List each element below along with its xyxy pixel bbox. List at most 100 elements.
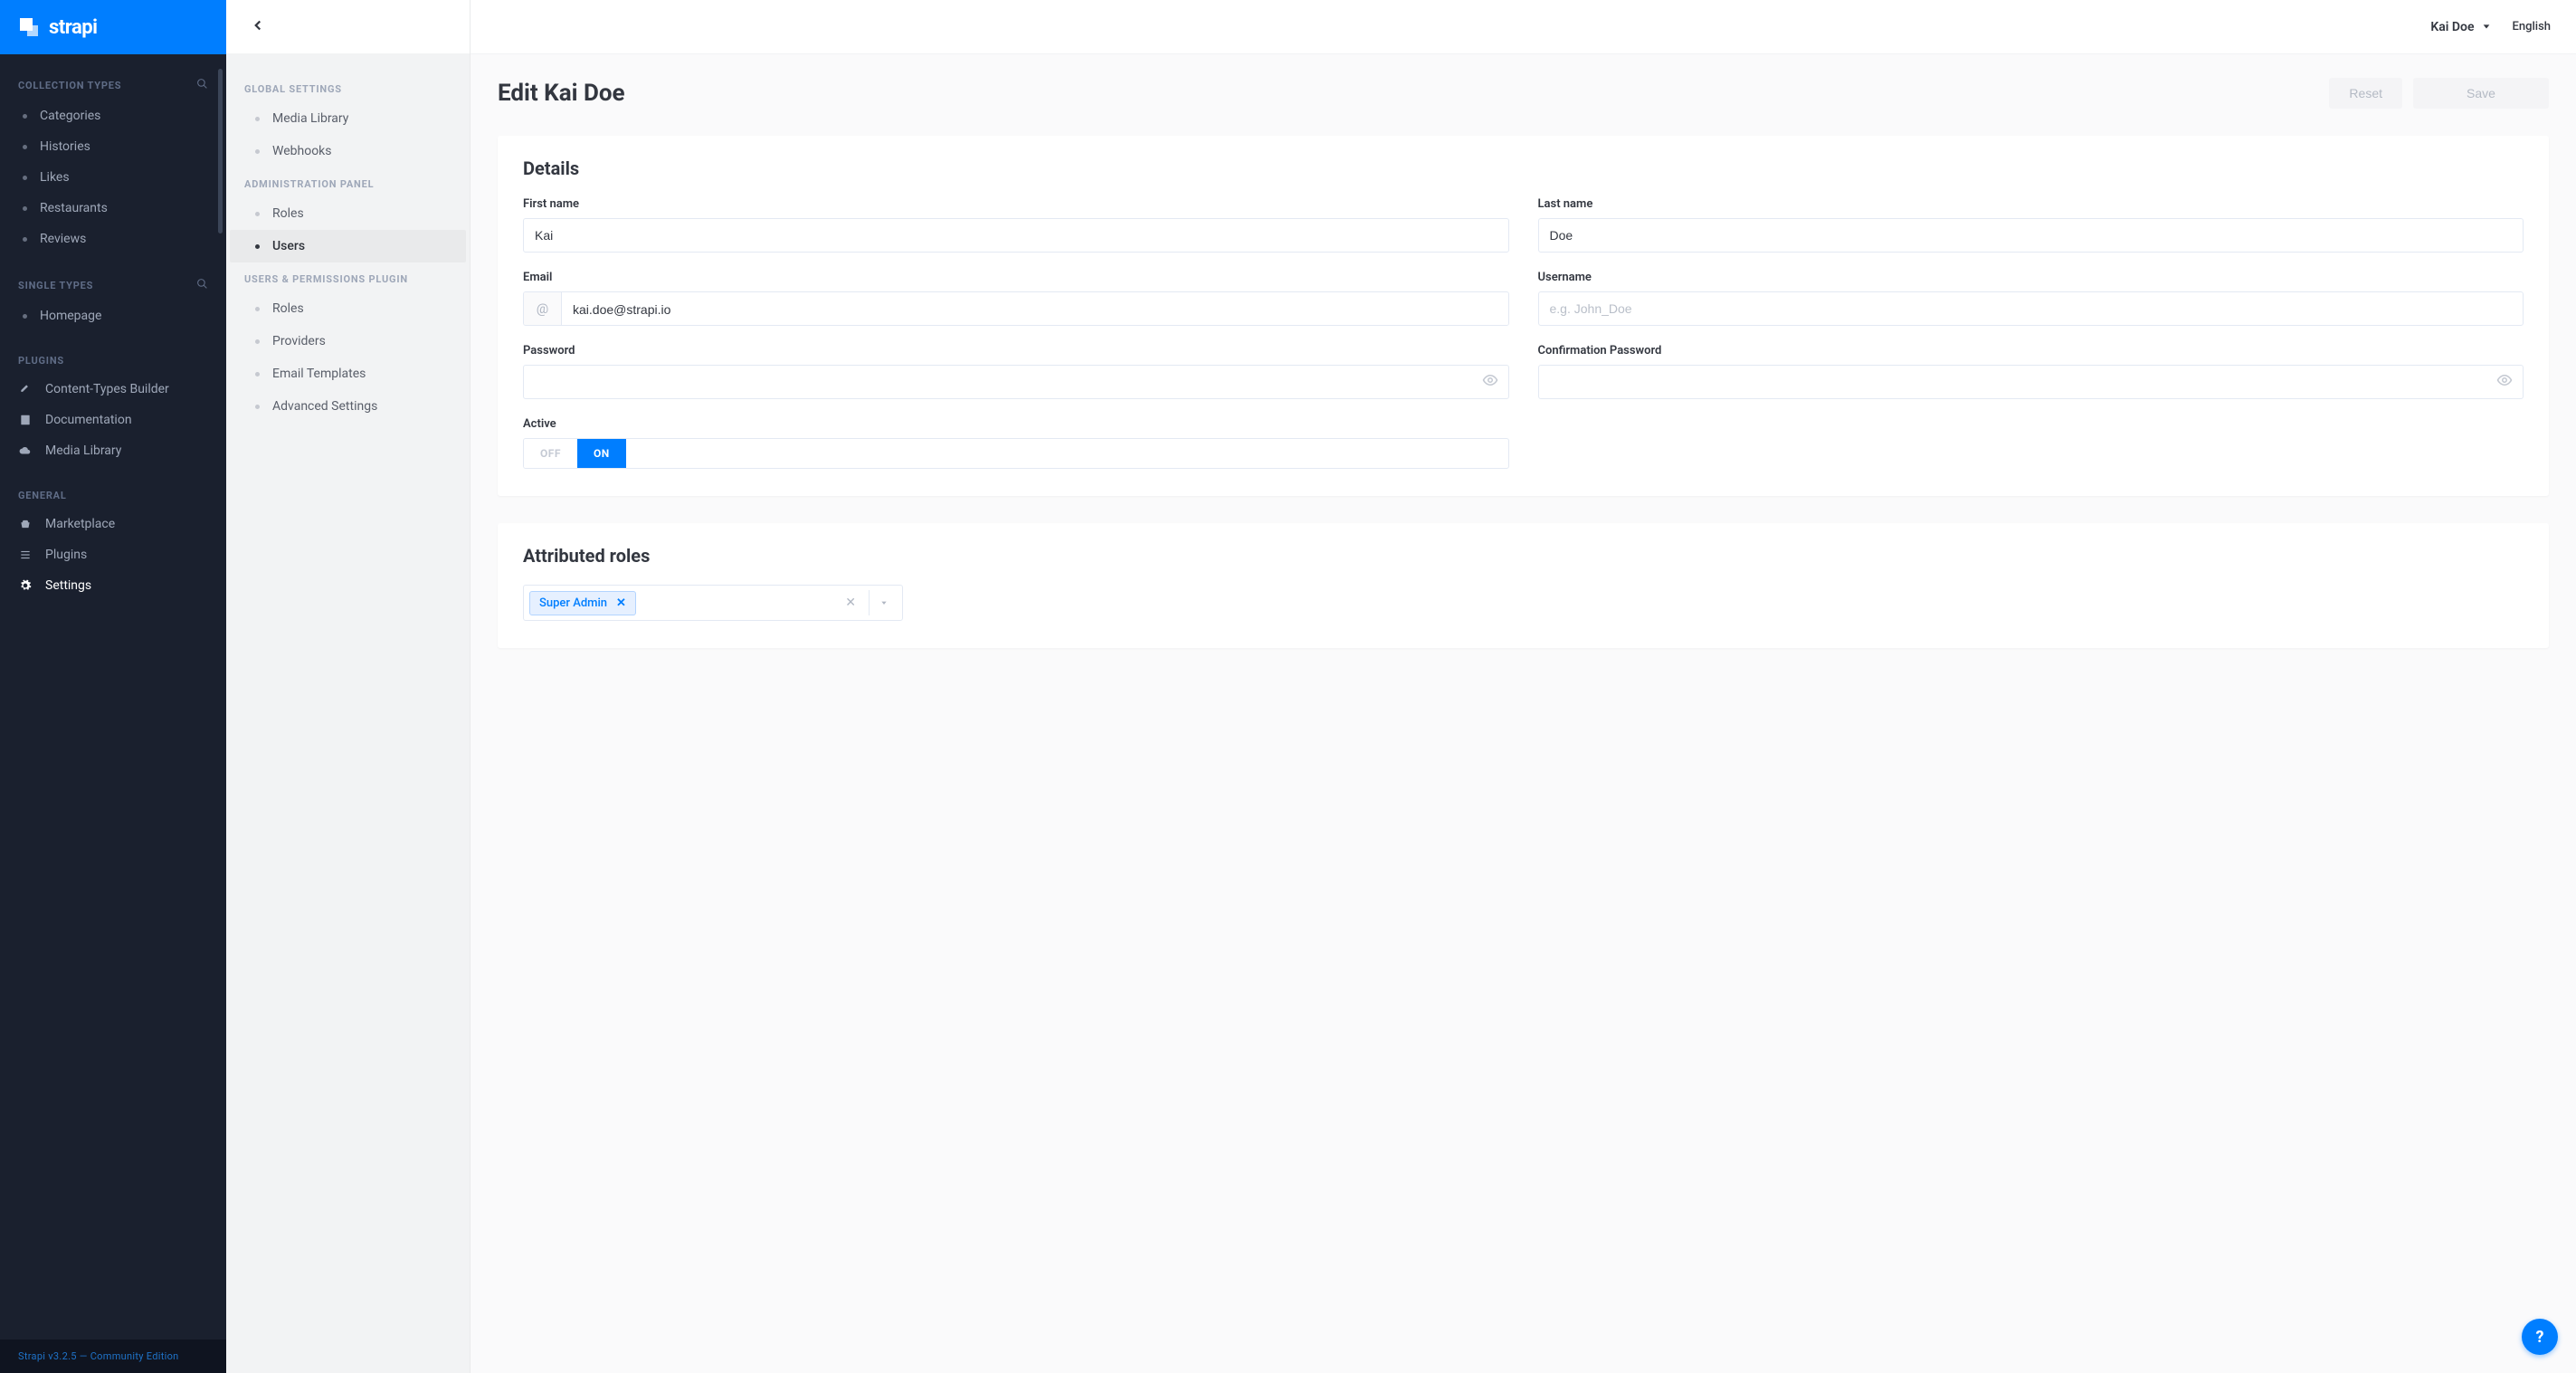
back-button[interactable] [244,14,271,41]
question-mark-icon: ? [2536,1328,2544,1347]
section-title-plugins: Plugins [18,355,64,367]
sidebar-item-content-types-builder[interactable]: Content-Types Builder [0,374,226,405]
sidebar-item-plugins[interactable]: Plugins [0,539,226,570]
sub-item-roles-up[interactable]: Roles [230,292,466,325]
sidebar-logo[interactable]: strapi [0,0,226,54]
search-icon[interactable] [196,278,208,293]
paint-brush-icon [18,383,33,396]
password-label: Password [523,344,1509,358]
sidebar-item-label: Content-Types Builder [45,382,169,396]
reset-button[interactable]: Reset [2329,78,2402,109]
sidebar-item-label: Marketplace [45,517,115,531]
first-name-label: First name [523,197,1509,211]
sidebar-item-label: Likes [40,170,70,185]
main-sidebar: strapi Collection Types Categories Histo… [0,0,226,1373]
last-name-label: Last name [1538,197,2524,211]
eye-icon[interactable] [1482,372,1498,392]
sidebar-item-label: Restaurants [40,201,108,215]
sub-item-label: Roles [272,206,304,221]
search-icon[interactable] [196,78,208,93]
section-title-general: General [18,490,67,501]
sidebar-item-likes[interactable]: Likes [0,162,226,193]
sidebar-item-label: Media Library [45,443,121,458]
details-heading: Details [523,157,2524,179]
list-icon [18,548,33,561]
sidebar-item-label: Histories [40,139,90,154]
sidebar-footer-version: Strapi v3.2.5 — Community Edition [0,1340,226,1373]
sidebar-item-restaurants[interactable]: Restaurants [0,193,226,224]
sidebar-item-label: Documentation [45,413,132,427]
chevron-left-icon [250,17,266,37]
role-chip-super-admin: Super Admin ✕ [529,591,636,615]
sidebar-item-histories[interactable]: Histories [0,131,226,162]
sub-item-users[interactable]: Users [230,230,466,262]
sub-item-label: Webhooks [272,144,332,158]
remove-role-icon[interactable]: ✕ [616,596,626,610]
active-label: Active [523,417,1509,431]
roles-card: Attributed roles Super Admin ✕ ✕ [498,523,2549,648]
caret-down-icon [2482,20,2491,34]
sidebar-item-marketplace[interactable]: Marketplace [0,509,226,539]
book-icon [18,414,33,426]
eye-icon[interactable] [2496,372,2513,392]
language-selector[interactable]: English [2513,20,2552,33]
toggle-off[interactable]: OFF [524,439,577,468]
brand-name: strapi [49,16,97,39]
page-title: Edit Kai Doe [498,80,625,107]
sub-item-advanced-settings[interactable]: Advanced Settings [230,390,466,423]
at-icon: @ [524,292,562,325]
email-label: Email [523,271,1509,284]
gear-icon [18,579,33,592]
sidebar-item-label: Homepage [40,309,101,323]
help-fab[interactable]: ? [2522,1319,2558,1355]
roles-heading: Attributed roles [523,545,2524,567]
password-input[interactable] [523,365,1509,399]
sidebar-item-label: Categories [40,109,100,123]
sidebar-item-documentation[interactable]: Documentation [0,405,226,435]
sidebar-item-media-library[interactable]: Media Library [0,435,226,466]
sidebar-item-homepage[interactable]: Homepage [0,300,226,331]
sub-item-providers[interactable]: Providers [230,325,466,358]
details-card: Details First name Last name Email @ [498,136,2549,496]
sidebar-item-settings[interactable]: Settings [0,570,226,601]
sidebar-item-label: Plugins [45,548,87,562]
active-toggle[interactable]: OFF ON [523,438,1509,469]
sub-item-label: Email Templates [272,367,366,381]
topbar: Kai Doe English [471,0,2576,54]
toggle-on[interactable]: ON [577,439,626,468]
first-name-input[interactable] [523,218,1509,253]
role-chip-label: Super Admin [539,596,607,610]
email-input[interactable] [562,292,1508,326]
sub-item-label: Roles [272,301,304,316]
clear-roles-icon[interactable]: ✕ [841,592,860,614]
roles-caret-down-icon[interactable] [869,590,897,615]
confirm-password-label: Confirmation Password [1538,344,2524,358]
sub-item-label: Providers [272,334,326,348]
sidebar-item-label: Settings [45,578,91,593]
sub-item-webhooks[interactable]: Webhooks [230,135,466,167]
username-label: Username [1538,271,2524,284]
sub-section-global: Global Settings [226,72,470,102]
user-menu[interactable]: Kai Doe [2430,20,2490,34]
basket-icon [18,518,33,530]
sub-item-label: Users [272,239,305,253]
last-name-input[interactable] [1538,218,2524,253]
main-content: Kai Doe English Edit Kai Doe Reset Save … [471,0,2576,1373]
roles-select[interactable]: Super Admin ✕ ✕ [523,585,903,621]
confirm-password-input[interactable] [1538,365,2524,399]
cloud-upload-icon [18,444,33,457]
sidebar-item-label: Reviews [40,232,86,246]
sidebar-item-categories[interactable]: Categories [0,100,226,131]
settings-sub-sidebar: Global Settings Media Library Webhooks A… [226,0,471,1373]
save-button[interactable]: Save [2413,78,2549,109]
sub-item-media-library[interactable]: Media Library [230,102,466,135]
sub-item-label: Media Library [272,111,348,126]
section-title-collection: Collection Types [18,80,121,91]
username-input[interactable] [1538,291,2524,326]
sub-item-label: Advanced Settings [272,399,377,414]
sub-item-email-templates[interactable]: Email Templates [230,358,466,390]
user-name: Kai Doe [2430,20,2474,34]
sidebar-scrollbar[interactable] [218,69,223,234]
sub-item-roles-admin[interactable]: Roles [230,197,466,230]
sidebar-item-reviews[interactable]: Reviews [0,224,226,254]
